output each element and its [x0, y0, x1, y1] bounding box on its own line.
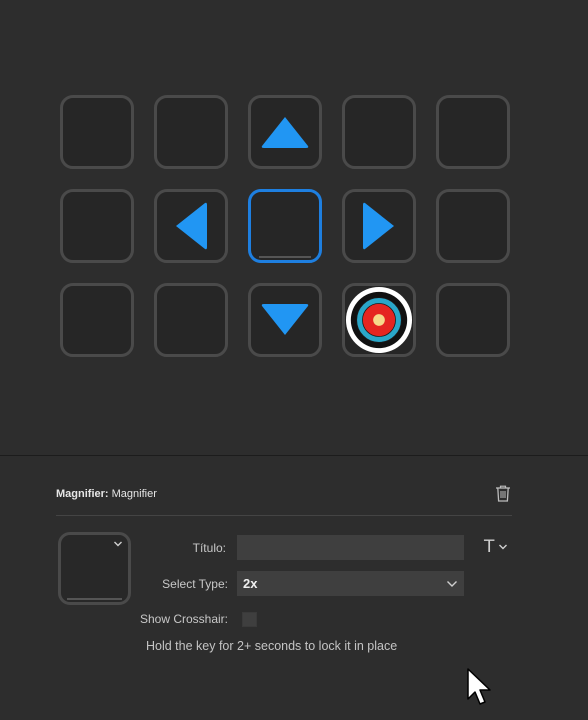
key-magnifier[interactable] — [342, 283, 416, 357]
select-type-dropdown[interactable]: 2x — [237, 571, 464, 596]
key-arrow-left[interactable] — [154, 189, 228, 263]
arrow-left-icon — [176, 202, 207, 250]
key-slot[interactable] — [342, 95, 416, 169]
arrow-right-icon — [363, 202, 394, 250]
target-icon — [345, 286, 413, 354]
arrow-up-icon — [261, 117, 309, 148]
chevron-down-icon — [447, 580, 457, 587]
action-name: Magnifier — [111, 488, 157, 500]
arrow-down-icon — [261, 304, 309, 335]
header-divider — [56, 515, 512, 516]
key-grid — [60, 95, 510, 357]
key-arrow-down[interactable] — [248, 283, 322, 357]
crosshair-label: Show Crosshair: — [139, 612, 228, 626]
key-slot[interactable] — [154, 283, 228, 357]
select-type-label: Select Type: — [162, 577, 228, 591]
key-arrow-right[interactable] — [342, 189, 416, 263]
key-slot[interactable] — [60, 283, 134, 357]
key-slot[interactable] — [60, 95, 134, 169]
crosshair-checkbox[interactable] — [242, 612, 257, 627]
title-label: Título: — [192, 541, 226, 555]
key-canvas — [0, 0, 588, 455]
action-header: Magnifier: Magnifier — [56, 488, 157, 500]
key-preview[interactable] — [58, 532, 131, 605]
title-input[interactable] — [237, 535, 464, 560]
key-slot[interactable] — [436, 189, 510, 263]
key-slot[interactable] — [60, 189, 134, 263]
select-type-value: 2x — [243, 576, 258, 591]
title-style-button[interactable]: T — [484, 537, 514, 557]
key-slot[interactable] — [154, 95, 228, 169]
key-slot[interactable] — [436, 95, 510, 169]
key-arrow-up[interactable] — [248, 95, 322, 169]
chevron-down-icon — [499, 544, 508, 550]
text-style-icon: T — [484, 537, 495, 557]
key-slot[interactable] — [436, 283, 510, 357]
trash-icon[interactable] — [495, 485, 511, 502]
chevron-down-icon[interactable] — [113, 540, 123, 548]
plugin-name: Magnifier: — [56, 488, 109, 500]
mouse-cursor-icon — [467, 668, 491, 705]
hint-text: Hold the key for 2+ seconds to lock it i… — [146, 639, 398, 653]
key-selected[interactable] — [248, 189, 322, 263]
